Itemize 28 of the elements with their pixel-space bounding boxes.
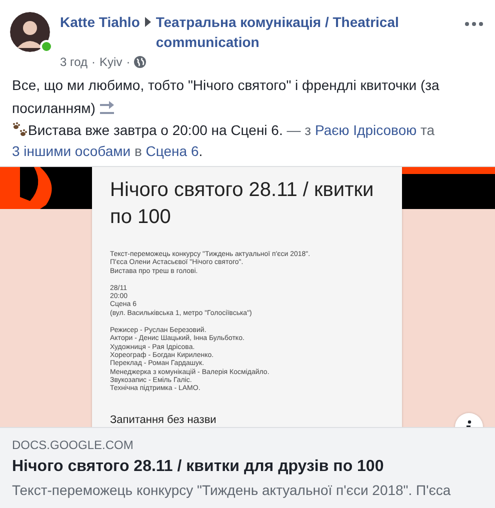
tag-link[interactable]: Раєю Ідрісовою bbox=[314, 122, 417, 138]
more-options-icon bbox=[465, 22, 483, 26]
link-domain: DOCS.GOOGLE.COM bbox=[12, 437, 134, 453]
question-title: Запитання без назви bbox=[110, 414, 218, 426]
post-text: та bbox=[420, 122, 435, 138]
post-text: посиланням) bbox=[12, 100, 96, 116]
author-link[interactable]: Katte Tiahlo bbox=[60, 12, 140, 32]
post-text: . bbox=[198, 143, 203, 159]
group-link[interactable]: Театральна комунікація / Theatrical communication bbox=[156, 12, 457, 52]
post-text: Вистава вже завтра о 20:00 на Сцені 6. bbox=[28, 122, 283, 138]
location-link[interactable]: Kyiv bbox=[100, 54, 122, 70]
arrow-icon bbox=[99, 100, 116, 116]
document-title: Нічого святого 28.11 / квитки по 100 bbox=[110, 178, 375, 230]
link-info-bar[interactable]: DOCS.GOOGLE.COM Нічого святого 28.11 / квитки для друзів по 100 Текст-переможець конкурсу "Тиждень актуальної п'єси 2018". П'єса bbox=[0, 427, 495, 508]
separator-dot: · bbox=[92, 54, 96, 70]
post-text: — з bbox=[286, 122, 312, 138]
post-text: в bbox=[133, 143, 143, 159]
link-title: Нічого святого 28.11 / квитки для друзів по 100 bbox=[12, 457, 385, 477]
globe-icon bbox=[134, 56, 146, 68]
tag-link[interactable]: Сцена 6 bbox=[146, 143, 199, 159]
paw-prints-icon bbox=[12, 122, 28, 138]
post-time[interactable]: 3 год bbox=[60, 54, 88, 70]
triangle-icon bbox=[144, 17, 151, 27]
avatar bbox=[10, 12, 50, 52]
separator-dot: · bbox=[126, 54, 130, 70]
link-description: Текст-переможець конкурсу "Тиждень актуальної п'єси 2018". П'єса bbox=[12, 481, 452, 500]
tag-link[interactable]: 3 іншими особами bbox=[12, 143, 131, 159]
post-text: Все, що ми любимо, тобто "Нічого святого" і френдлі квиточки (за bbox=[12, 76, 440, 95]
